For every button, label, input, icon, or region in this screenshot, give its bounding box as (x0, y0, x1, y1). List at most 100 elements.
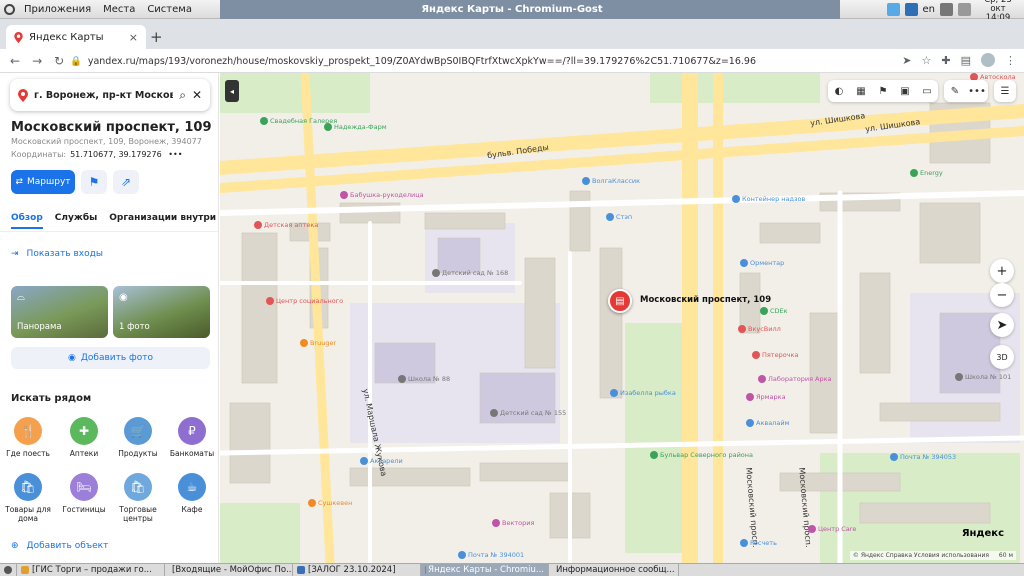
poi-label[interactable]: Сушкевен (308, 499, 352, 507)
lock-icon[interactable]: 🔒 (70, 56, 82, 67)
nearby-category[interactable]: 🛒 Продукты (112, 417, 164, 458)
tab-yandex-maps[interactable]: Яндекс Карты × (6, 25, 146, 49)
poi-label[interactable]: Бульвар Северного района (650, 451, 753, 459)
search-input[interactable]: г. Воронеж, пр-кт Московский,... (34, 90, 173, 101)
poi-label[interactable]: Центр социального (266, 297, 343, 305)
poi-label[interactable]: Бабушка-рукоделица (340, 191, 424, 199)
selected-place-label[interactable]: Московский проспект, 109 (640, 295, 771, 305)
reload-icon[interactable]: ↻ (54, 54, 64, 68)
nearby-category[interactable]: 🛏 Гостиницы (58, 473, 110, 514)
poi-label[interactable]: Росчеть (740, 539, 777, 547)
tray-app-icon[interactable] (886, 3, 900, 16)
locate-me-button[interactable]: ➤ (990, 313, 1014, 337)
poi-label[interactable]: ВолгаКлассик (582, 177, 640, 185)
poi-label[interactable]: Пятерочка (752, 351, 798, 359)
transport-icon[interactable]: ▣ (894, 80, 916, 102)
forward-icon[interactable]: → (32, 54, 42, 68)
poi-label[interactable]: Детский сад № 155 (490, 409, 566, 417)
zoom-in-button[interactable]: + (990, 259, 1014, 283)
search-box[interactable]: г. Воронеж, пр-кт Московский,... ⌕ ✕ (10, 79, 210, 111)
keyboard-layout[interactable]: en (923, 4, 936, 15)
more-tools-icon[interactable]: ••• (966, 80, 988, 102)
poi-label[interactable]: Школа № 88 (398, 375, 450, 383)
add-object-link[interactable]: ⊕ Добавить объект (11, 541, 108, 551)
browser-menu-icon[interactable]: ⋮ (1005, 54, 1016, 67)
back-icon[interactable]: ← (10, 54, 20, 68)
traffic-icon[interactable]: ⚑ (872, 80, 894, 102)
coordinates-value[interactable]: 51.710677, 39.179276 (70, 150, 162, 159)
extensions-icon[interactable]: ✚ (941, 54, 950, 67)
more-icon[interactable]: ••• (168, 150, 182, 159)
add-photo-button[interactable]: ◉ Добавить фото (11, 347, 210, 369)
os-logo-icon[interactable] (4, 3, 15, 15)
os-menu-applications[interactable]: Приложения (21, 4, 94, 15)
taskbar-item-zalog[interactable]: [ЗАЛОГ 23.10.2024] (293, 564, 421, 576)
volume-icon[interactable] (940, 3, 953, 16)
taskbar-item-mail[interactable]: [Входящие - МойОфис По... (165, 564, 293, 576)
zoom-out-button[interactable]: − (990, 283, 1014, 307)
route-button[interactable]: ⇄ Маршрут (11, 170, 75, 194)
poi-label[interactable]: Детский сад № 168 (432, 269, 508, 277)
poi-label[interactable]: ВкусВилл (738, 325, 781, 333)
search-icon[interactable]: ⌕ (179, 88, 186, 103)
poi-label[interactable]: Детская аптека (254, 221, 318, 229)
taskbar-item-gis[interactable]: [ГИС Торги – продажи го... (17, 564, 165, 576)
send-icon[interactable]: ➤ (902, 54, 911, 67)
tab-organizations-inside[interactable]: Организации внутри (109, 213, 216, 229)
poi-label[interactable]: Изабелла рыбка (610, 389, 676, 397)
poi-label[interactable]: Школа № 101 (955, 373, 1011, 381)
collapse-panel-button[interactable]: ◂ (225, 80, 239, 102)
tray-vk-icon[interactable] (904, 3, 918, 16)
nearby-category[interactable]: 🍴 Где поесть (2, 417, 54, 458)
photos-thumbnail[interactable]: ◉ 1 фото (113, 286, 210, 338)
map-mode-icon[interactable]: ▭ (916, 80, 938, 102)
poi-label[interactable]: Надежда-Фарм (324, 123, 387, 131)
poi-label[interactable]: Центр Care (808, 525, 856, 533)
poi-label[interactable]: Аквалайм (746, 419, 789, 427)
show-entrances-link[interactable]: ⇥ Показать входы (11, 249, 103, 259)
tab-close-icon[interactable]: × (129, 31, 138, 44)
selected-place-marker[interactable]: ▤ (608, 289, 632, 313)
panorama-layer-icon[interactable]: ▦ (850, 80, 872, 102)
share-button[interactable]: ⇗ (113, 170, 139, 194)
taskbar-item-info[interactable]: Информационное сообщ... (549, 564, 679, 576)
os-menu-places[interactable]: Места (100, 4, 138, 15)
tab-services[interactable]: Службы (55, 213, 97, 229)
tab-overview[interactable]: Обзор (11, 213, 43, 229)
address-bar[interactable]: 🔒 yandex.ru/maps/193/voronezh/house/mosk… (70, 52, 890, 70)
copyright-text[interactable]: © Яндекс Справка Условия использования (853, 552, 989, 559)
poi-label[interactable]: Почта № 394001 (458, 551, 524, 559)
nearby-category[interactable]: ₽ Банкоматы (166, 417, 218, 458)
bookmark-button[interactable]: ⚑ (81, 170, 107, 194)
layers-icon[interactable]: ◐ (828, 80, 850, 102)
sidebar-icon[interactable]: ▤ (961, 54, 971, 67)
poi-label[interactable]: СDEк (760, 307, 788, 315)
poi-label[interactable]: Ярмарка (746, 393, 786, 401)
clear-search-icon[interactable]: ✕ (192, 88, 202, 102)
3d-button[interactable]: 3D (990, 345, 1014, 369)
nearby-category[interactable]: ✚ Аптеки (58, 417, 110, 458)
new-tab-button[interactable]: + (150, 28, 163, 46)
profile-avatar[interactable] (981, 53, 995, 67)
poi-label[interactable]: Почта № 394053 (890, 453, 956, 461)
poi-label[interactable]: Орментар (740, 259, 784, 267)
hamburger-menu-icon[interactable]: ☰ (994, 80, 1016, 102)
poi-label[interactable]: Акварели (360, 457, 403, 465)
panorama-photo[interactable]: ⌓ Панорама (11, 286, 108, 338)
map-view[interactable]: ул. Шишкова ул. Шишкова бульв. Победы ул. М… (220, 73, 1024, 563)
taskbar-item-yandex-maps[interactable]: Яндекс Карты - Chromiu... (421, 564, 549, 576)
os-menu-system[interactable]: Система (144, 4, 195, 15)
nearby-category[interactable]: 🛍 Торговые центры (112, 473, 164, 523)
nearby-category[interactable]: ☕ Кафе (166, 473, 218, 514)
taskbar-start-icon[interactable] (0, 564, 17, 576)
poi-label[interactable]: Вектория (492, 519, 534, 527)
poi-label[interactable]: Bruuger (300, 339, 336, 347)
ruler-icon[interactable]: ✎ (944, 80, 966, 102)
battery-icon[interactable] (958, 3, 971, 16)
nearby-category[interactable]: 🛍 Товары для дома (2, 473, 54, 523)
poi-label[interactable]: Стэп (606, 213, 632, 221)
poi-label[interactable]: Лаборатория Арка (758, 375, 832, 383)
bookmark-star-icon[interactable]: ☆ (922, 54, 932, 67)
poi-label[interactable]: Контейнер надзов (732, 195, 805, 203)
poi-label[interactable]: Energy (910, 169, 943, 177)
